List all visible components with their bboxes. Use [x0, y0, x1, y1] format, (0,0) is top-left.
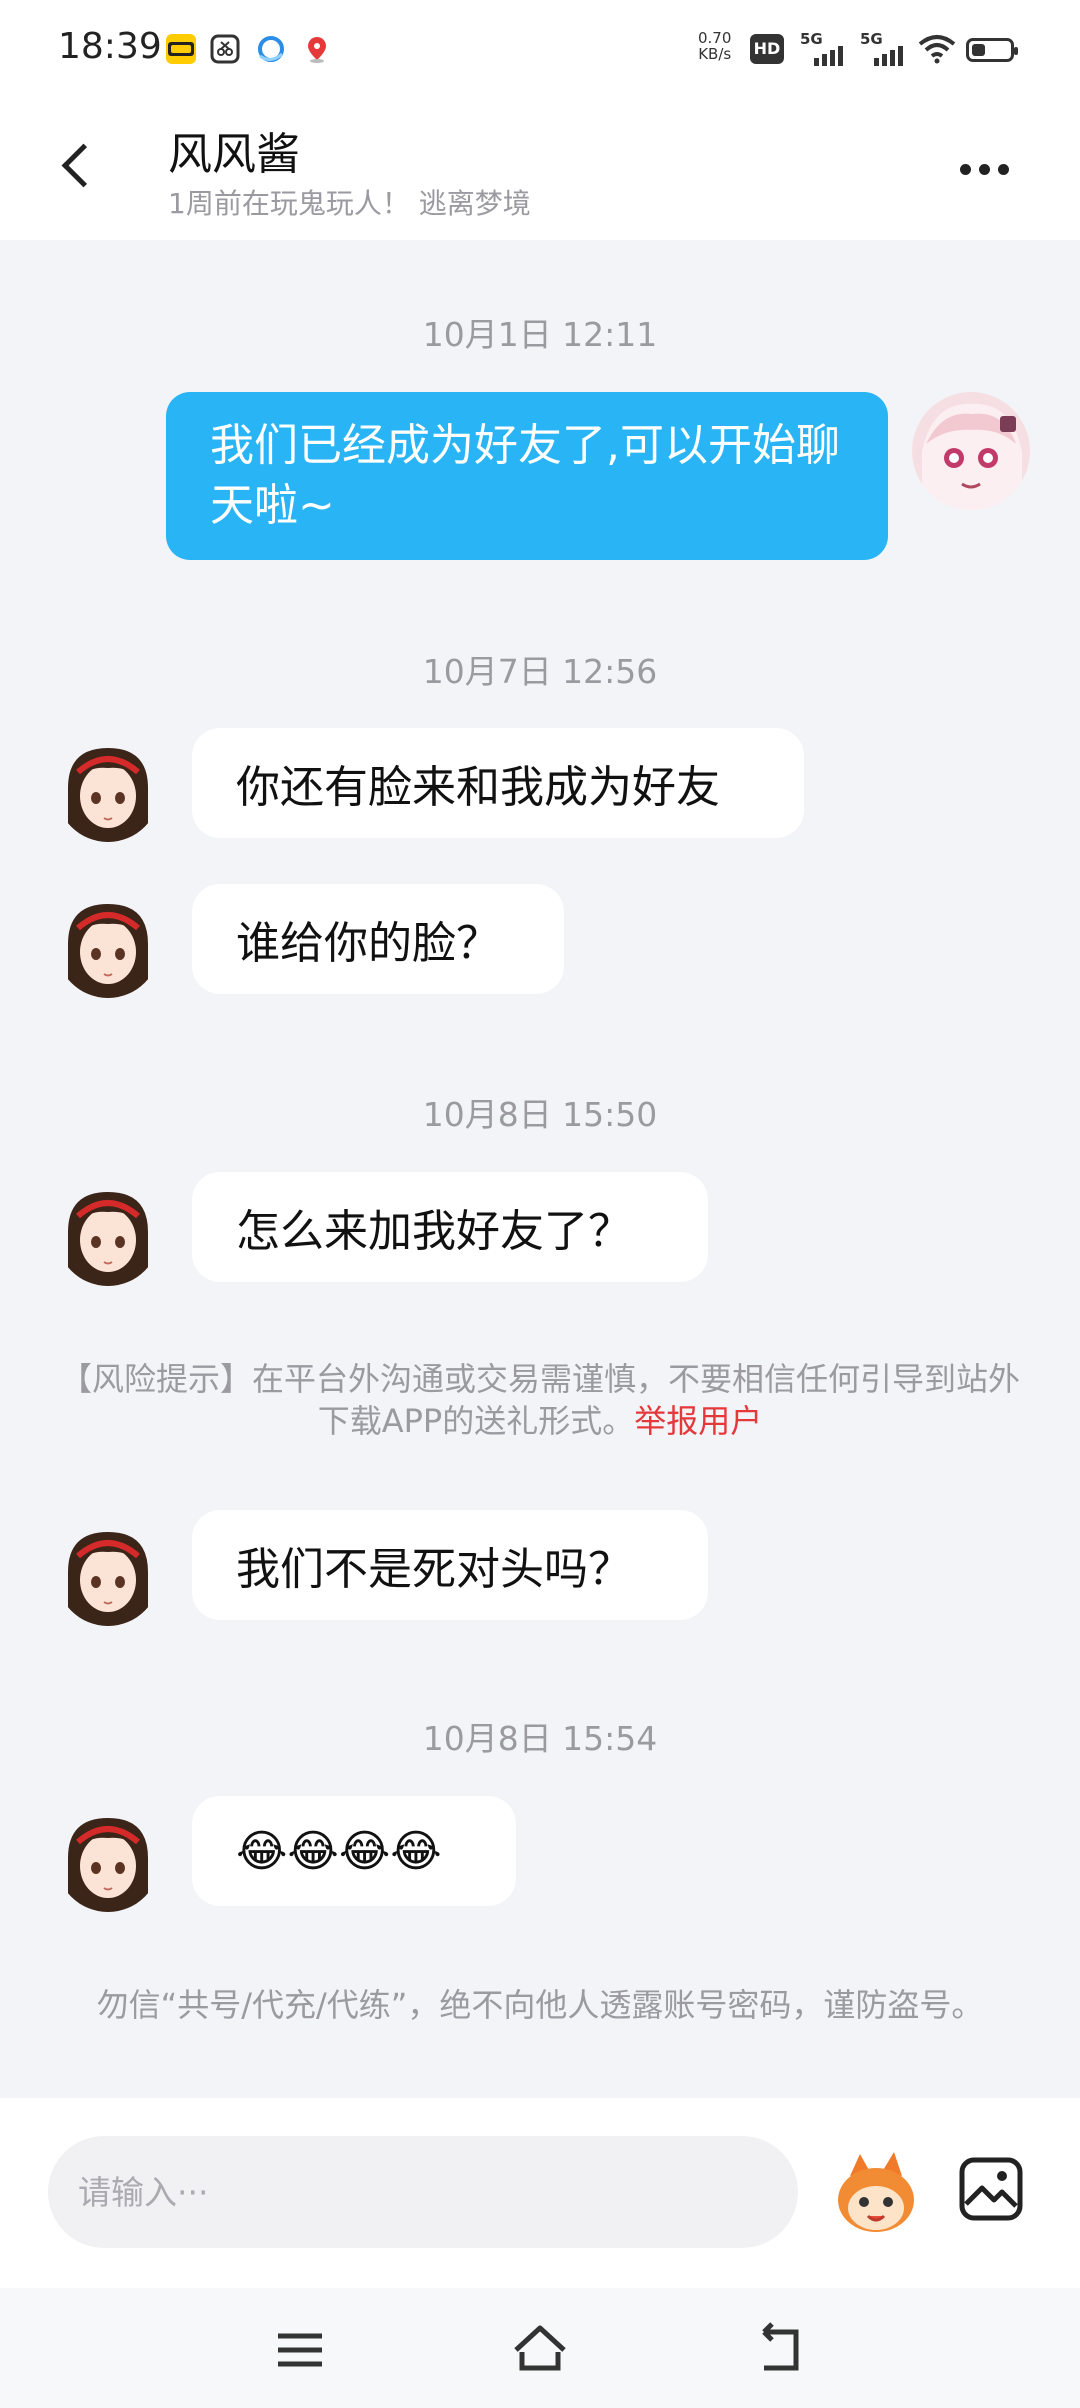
incoming-message[interactable]: 你还有脸来和我成为好友 [192, 728, 804, 838]
battery-icon [966, 38, 1018, 62]
menu-icon[interactable] [270, 2320, 330, 2380]
system-nav-bar [0, 2288, 1080, 2408]
message-input[interactable] [48, 2136, 798, 2248]
wifi-icon [918, 34, 956, 71]
more-dots-icon[interactable] [960, 160, 1040, 190]
image-icon[interactable] [958, 2156, 1024, 2222]
signal-sim2-icon: 5G [860, 30, 910, 66]
mascot-emoji-icon[interactable] [830, 2146, 922, 2238]
network-speed: 0.70 KB/s [698, 30, 731, 62]
contact-avatar[interactable] [56, 1522, 160, 1626]
back-arrow-icon[interactable] [50, 138, 110, 198]
incoming-message[interactable]: 😂😂😂😂 [192, 1796, 516, 1906]
browser-app-icon [256, 34, 286, 64]
outgoing-message[interactable]: 我们已经成为好友了,可以开始聊天啦~ [166, 392, 888, 560]
network-speed-value: 0.70 [698, 29, 732, 47]
incoming-message[interactable]: 谁给你的脸？ [192, 884, 564, 994]
timestamp: 10月1日 12:11 [422, 315, 658, 354]
status-bar: 18:39 0.70 KB/s HD 5G 5G [0, 0, 1080, 100]
contact-avatar[interactable] [56, 1182, 160, 1286]
scissors-app-icon [210, 34, 240, 64]
contact-avatar[interactable] [56, 1808, 160, 1912]
signal-sim1-icon: 5G [800, 30, 850, 66]
battery-fill [972, 44, 985, 56]
network-speed-unit: KB/s [698, 45, 732, 63]
status-time: 18:39 [58, 26, 162, 67]
risk-notice-text: 【风险提示】在平台外沟通或交易需谨慎，不要相信任何引导到站外下载APP的送礼形式… [60, 1360, 1021, 1440]
my-avatar[interactable] [912, 392, 1030, 510]
safety-notice: 勿信“共号/代充/代练”，绝不向他人透露账号密码，谨防盗号。 [96, 1986, 984, 2024]
timestamp: 10月7日 12:56 [422, 652, 658, 691]
chat-header: 风风酱 1周前在玩鬼玩人！ 逃离梦境 [0, 100, 1080, 240]
location-app-icon [302, 34, 332, 64]
input-bar [0, 2098, 1080, 2288]
contact-name: 风风酱 [168, 129, 300, 180]
contact-avatar[interactable] [56, 738, 160, 842]
contact-avatar[interactable] [56, 894, 160, 998]
report-user-link[interactable]: 举报用户 [634, 1402, 762, 1440]
incoming-message[interactable]: 怎么来加我好友了？ [192, 1172, 708, 1282]
timestamp: 10月8日 15:54 [422, 1719, 658, 1758]
contact-status: 1周前在玩鬼玩人！ 逃离梦境 [168, 187, 531, 220]
back-nav-icon[interactable] [750, 2320, 810, 2380]
home-icon[interactable] [510, 2320, 570, 2380]
incoming-message[interactable]: 我们不是死对头吗？ [192, 1510, 708, 1620]
meituan-app-icon [166, 34, 196, 64]
risk-notice: 【风险提示】在平台外沟通或交易需谨慎，不要相信任何引导到站外下载APP的送礼形式… [60, 1358, 1020, 1442]
timestamp: 10月8日 15:50 [422, 1095, 658, 1134]
hd-badge: HD [750, 34, 784, 64]
